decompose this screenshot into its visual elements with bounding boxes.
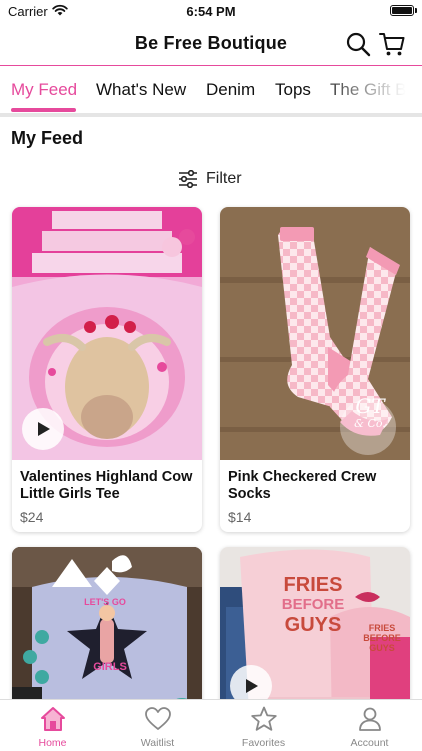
shirt-graphic-text: LET'S GO bbox=[70, 597, 140, 607]
nav-label: Home bbox=[38, 737, 67, 749]
nav-label: Account bbox=[350, 737, 389, 749]
nav-favorites[interactable]: Favorites bbox=[211, 700, 316, 751]
nav-label: Waitlist bbox=[140, 737, 175, 749]
small-text-line3: GUYS bbox=[369, 643, 395, 653]
tab-my-feed[interactable]: My Feed bbox=[11, 80, 77, 100]
tab-tops[interactable]: Tops bbox=[275, 80, 311, 100]
shirt-graphic-text: FRIES BEFORE GUYS bbox=[268, 575, 358, 635]
filter-label: Filter bbox=[206, 170, 242, 187]
bottom-tab-bar: Home Waitlist Favorites Account bbox=[0, 699, 422, 751]
star-icon bbox=[251, 706, 277, 731]
product-image-cow-tee bbox=[12, 207, 202, 460]
product-title[interactable]: Valentines Highland Cow Little Girls Tee bbox=[20, 469, 196, 503]
shirt-graphic-text-2: GIRLS bbox=[80, 661, 140, 673]
tab-denim[interactable]: Denim bbox=[206, 80, 255, 100]
shirt-graphic-text-small: FRIES BEFORE GUYS bbox=[358, 623, 406, 653]
tab-the-gift-box[interactable]: The Gift Bo bbox=[330, 80, 416, 100]
tab-whats-new[interactable]: What's New bbox=[96, 80, 186, 100]
clock: 6:54 PM bbox=[186, 4, 236, 19]
small-text-line1: FRIES bbox=[368, 623, 396, 633]
cart-icon[interactable] bbox=[378, 30, 406, 58]
battery-icon bbox=[390, 5, 414, 16]
nav-label: Favorites bbox=[241, 737, 286, 749]
search-icon[interactable] bbox=[344, 30, 372, 58]
home-icon bbox=[41, 707, 65, 731]
person-icon bbox=[359, 707, 381, 731]
product-price: $24 bbox=[20, 509, 44, 525]
product-image-checkered-socks: GT & Co. bbox=[220, 207, 410, 460]
filter-icon bbox=[179, 170, 197, 188]
play-icon bbox=[38, 422, 50, 436]
shirt-text-line1: LET'S GO bbox=[84, 597, 126, 607]
shirt-text-line1: FRIES bbox=[283, 574, 343, 596]
shirt-text-line3: GUYS bbox=[284, 614, 342, 636]
play-video-button[interactable] bbox=[22, 408, 64, 450]
tabs-divider bbox=[0, 113, 422, 117]
app-header: Be Free Boutique bbox=[0, 24, 422, 64]
small-text-line2: BEFORE bbox=[363, 633, 401, 643]
product-card[interactable]: GT & Co. Pink Checkered Crew Socks $14 bbox=[220, 207, 410, 532]
logo-subtext: & Co. bbox=[354, 417, 386, 430]
shirt-text-line2: GIRLS bbox=[93, 661, 127, 673]
product-price: $14 bbox=[228, 509, 252, 525]
nav-home[interactable]: Home bbox=[0, 700, 105, 751]
product-card[interactable]: Valentines Highland Cow Little Girls Tee… bbox=[12, 207, 202, 532]
status-bar: Carrier 6:54 PM bbox=[0, 0, 422, 24]
socks-brand-logo: GT & Co. bbox=[342, 395, 398, 430]
logo-text: GT bbox=[355, 394, 385, 418]
shirt-text-line2: BEFORE bbox=[281, 596, 345, 613]
category-tabs: My Feed What's New Denim Tops The Gift B… bbox=[0, 65, 422, 114]
play-icon bbox=[246, 679, 258, 693]
nav-waitlist[interactable]: Waitlist bbox=[105, 700, 210, 751]
section-title: My Feed bbox=[11, 128, 84, 148]
heart-icon bbox=[145, 707, 171, 730]
product-title[interactable]: Pink Checkered Crew Socks bbox=[228, 469, 404, 503]
filter-button[interactable]: Filter bbox=[178, 168, 242, 190]
nav-account[interactable]: Account bbox=[317, 700, 422, 751]
battery-tip bbox=[415, 8, 417, 13]
active-tab-indicator bbox=[11, 108, 76, 112]
